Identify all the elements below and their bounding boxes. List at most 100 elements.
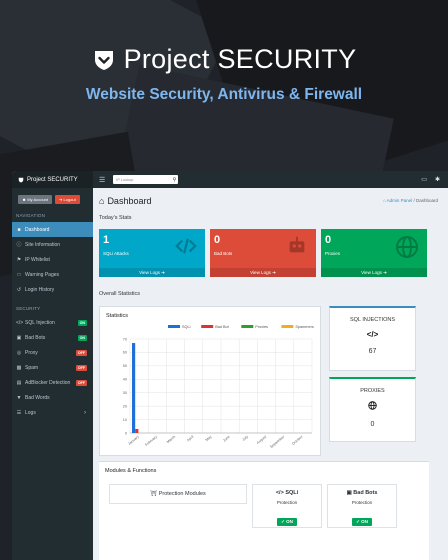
sidebar-item-label: Spam [25, 364, 39, 371]
my-account-button[interactable]: ☻ My Account [18, 195, 53, 204]
stat-box-bad-bots: 0 Bad Bots View Logs ➜ [210, 229, 316, 277]
breadcrumb-home-label: Admin Panel [386, 198, 413, 203]
y-tick-label: 0 [125, 431, 127, 435]
legend-label: Bad Bot [215, 325, 229, 329]
topbar-actions: ▭ ✱ [421, 176, 440, 183]
y-tick-label: 10 [123, 418, 127, 422]
sidebar-item-label: Dashboard [25, 226, 50, 233]
brand[interactable]: Project SECURITY [12, 171, 93, 188]
statistics-chart: SQLi Bad Bot Proxies Spammers 0 10 20 30 40 50 60 7… [123, 325, 314, 449]
x-tick-label: June [222, 435, 231, 443]
hero-title-text: Project SECURITY [123, 44, 357, 74]
sidebar-item-site-information[interactable]: ⓘ Site Information [12, 237, 93, 252]
code-icon [175, 238, 197, 254]
sidebar-item-label: Login History [25, 286, 55, 293]
settings-icon[interactable]: ✱ [435, 176, 440, 183]
x-tick-label: May [205, 435, 213, 443]
keyboard-icon: ▩ [16, 364, 22, 371]
brand-label: Project SECURITY [27, 176, 78, 183]
y-tick-label: 70 [123, 337, 127, 341]
sidebar-item-label: Bad Bots [25, 334, 46, 341]
flag-icon: ⚑ [16, 256, 22, 263]
proxies-box: PROXIES 0 [329, 377, 416, 442]
x-tick-label: July [241, 435, 249, 442]
window-icon: ▤ [16, 379, 22, 386]
sidebar-item-label: Bad Words [25, 394, 50, 401]
module-title: </> SQLi [275, 490, 299, 496]
ip-lookup-input[interactable]: IP Lookup ⚲ [113, 175, 179, 184]
file-icon: □ [17, 271, 21, 278]
stat-label: Bad Bots [214, 251, 233, 256]
history-icon: ↺ [16, 286, 22, 293]
globe-icon [396, 236, 418, 258]
sidebar-item-spam[interactable]: ▩ Spam OFF [12, 360, 93, 375]
sidebar-item-login-history[interactable]: ↺ Login History [12, 282, 93, 297]
globe-icon [330, 401, 415, 412]
x-tick-label: September [269, 434, 286, 449]
y-tick-label: 50 [123, 364, 127, 368]
sidebar-item-proxy[interactable]: ◎ Proxy OFF [12, 345, 93, 360]
bar [135, 428, 139, 433]
legend-label: Proxies [255, 325, 268, 329]
stat-value: 0 [325, 234, 332, 246]
module-toggle[interactable]: ✓ ON [277, 518, 297, 526]
sidebar-item-adblocker-detection[interactable]: ▤ AdBlocker Detection OFF [12, 375, 93, 390]
topbar: ☰ IP Lookup ⚲ ▭ ✱ [93, 171, 448, 188]
x-tick-label: March [166, 435, 176, 444]
x-tick-label: October [291, 434, 304, 446]
shield-icon [94, 50, 113, 70]
sidebar: Project SECURITY ☻ My Account ➜ Logout N… [12, 171, 93, 560]
view-logs-label: View Logs [250, 270, 271, 275]
view-logs-link[interactable]: View Logs ➜ [321, 268, 427, 277]
todays-stats-heading: Today's Stats [99, 215, 132, 221]
breadcrumb-home[interactable]: ⌂ Admin Panel [383, 198, 412, 203]
logout-button[interactable]: ➜ Logout [55, 195, 80, 204]
y-tick-label: 20 [123, 404, 127, 408]
legend-swatch [281, 325, 294, 328]
search-icon[interactable]: ⚲ [173, 177, 177, 183]
sidebar-item-logs[interactable]: ☰ Logs › [12, 405, 93, 420]
sidebar-item-label: SQL Injection [25, 319, 55, 326]
y-tick-label: 60 [123, 351, 127, 355]
app-window: Project SECURITY ☻ My Account ➜ Logout N… [12, 171, 448, 560]
legend-swatch [241, 325, 254, 328]
view-logs-label: View Logs [361, 270, 382, 275]
sidebar-item-ip-whitelist[interactable]: ⚑ IP Whitelist [12, 252, 93, 267]
logout-label: Logout [63, 197, 76, 202]
statistics-panel: Statistics SQLi Bad Bot Proxies Spammers 0 10… [99, 306, 321, 456]
globe-icon: ◎ [16, 349, 22, 356]
info-icon: ⓘ [16, 242, 22, 248]
overall-stats-heading: Overall Statistics [99, 291, 140, 297]
module-subtitle: Protection [351, 500, 373, 505]
home-icon: ⌂ [99, 196, 105, 206]
module-toggle[interactable]: ✓ ON [352, 518, 372, 526]
breadcrumb-current: Dashboard [415, 198, 438, 203]
sidebar-item-label: IP Whitelist [25, 256, 50, 263]
sidebar-item-warning-pages[interactable]: □ Warning Pages [12, 267, 93, 282]
sql-injections-title: SQL INJECTIONS [349, 317, 396, 323]
module-card-bad-bots: ▣ Bad Bots Protection ✓ ON [327, 484, 397, 528]
sidebar-item-sql-injection[interactable]: </> SQL Injection ON [12, 315, 93, 330]
sidebar-item-label: AdBlocker Detection [25, 379, 71, 386]
x-tick-label: February [144, 435, 158, 447]
robot-icon [289, 236, 305, 253]
menu-icon[interactable]: ☰ [99, 176, 105, 184]
stat-box-sqli: 1 SQLi Attacks View Logs ➜ [99, 229, 205, 277]
module-title-text: SQLi [285, 490, 299, 496]
sql-injections-box: SQL INJECTIONS </> 67 [329, 306, 416, 371]
monitor-icon[interactable]: ▭ [421, 176, 427, 183]
hero-title: Project SECURITY [0, 44, 448, 75]
y-tick-label: 40 [123, 378, 127, 382]
code-icon: </> [16, 319, 24, 326]
sidebar-item-dashboard[interactable]: ■ Dashboard [12, 222, 93, 237]
robot-icon: ▣ [16, 334, 22, 341]
bar [132, 343, 136, 433]
modules-panel: Modules & Functions ⛩ Protection Modules… [99, 461, 429, 560]
shield-icon [18, 177, 24, 182]
view-logs-link[interactable]: View Logs ➜ [210, 268, 316, 277]
view-logs-link[interactable]: View Logs ➜ [99, 268, 205, 277]
main-content: ⌂ Dashboard ⌂ Admin Panel / Dashboard To… [93, 188, 448, 560]
sidebar-item-bad-words[interactable]: ▼ Bad Words [12, 390, 93, 405]
sidebar-item-bad-bots[interactable]: ▣ Bad Bots ON [12, 330, 93, 345]
x-tick-label: January [127, 435, 140, 446]
